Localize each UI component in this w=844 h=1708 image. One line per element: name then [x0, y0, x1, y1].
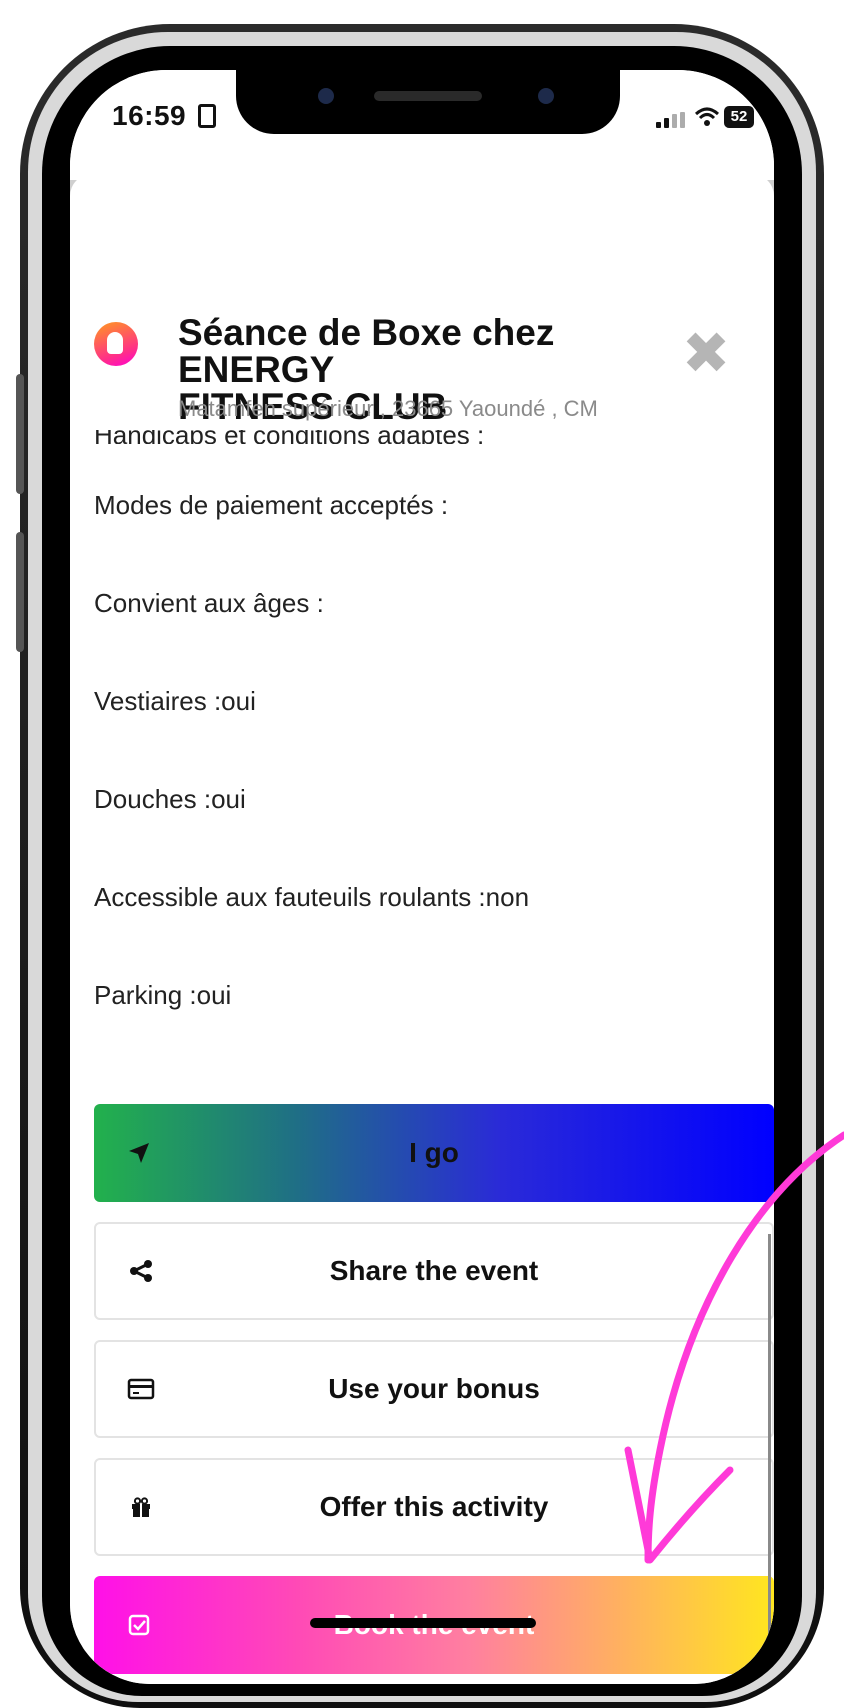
close-button[interactable]: ✖	[681, 321, 731, 386]
share-event-button[interactable]: Share the event	[94, 1222, 774, 1320]
detail-row-ages: Convient aux âges :	[94, 588, 324, 618]
status-time: 16:59	[112, 100, 187, 131]
detail-row-partial: Handicaps et conditions adaptés :	[94, 430, 484, 444]
share-event-label: Share the event	[329, 1255, 539, 1286]
gift-icon	[124, 1490, 158, 1524]
location-arrow-icon	[122, 1136, 156, 1170]
notch	[236, 70, 620, 134]
share-icon	[124, 1254, 158, 1288]
orientation-lock-icon	[198, 104, 216, 128]
event-title-line1: Séance de Boxe chez ENERGY	[178, 312, 555, 390]
detail-row-parking: Parking :oui	[94, 980, 232, 1010]
i-go-label: I go	[409, 1137, 459, 1168]
event-logo-icon	[94, 322, 138, 366]
sheet-header: Séance de Boxe chez ENERGY FITNESS CLUB …	[70, 174, 774, 425]
close-icon: ✖	[681, 321, 731, 386]
status-bar: 16:59 52	[70, 70, 774, 180]
i-go-button[interactable]: I go	[94, 1104, 774, 1202]
detail-row-showers: Douches :oui	[94, 784, 246, 814]
offer-activity-label: Offer this activity	[319, 1491, 549, 1522]
home-indicator[interactable]	[310, 1618, 536, 1628]
detail-row-lockers: Vestiaires :oui	[94, 686, 256, 716]
event-address: Matamfen supérieur , 23665 Yaoundé , CM	[178, 396, 598, 421]
credit-card-icon	[124, 1372, 158, 1406]
wifi-icon	[694, 106, 720, 135]
sensor-icon	[538, 88, 554, 104]
signal-icon	[656, 112, 690, 128]
use-bonus-button[interactable]: Use your bonus	[94, 1340, 774, 1438]
checkbox-icon	[122, 1608, 156, 1642]
detail-row-wheelchair: Accessible aux fauteuils roulants :non	[94, 882, 530, 912]
scrollbar[interactable]	[768, 1234, 771, 1684]
battery-icon: 52	[724, 106, 754, 128]
speaker-grille	[374, 91, 482, 101]
use-bonus-label: Use your bonus	[328, 1373, 540, 1404]
offer-activity-button[interactable]: Offer this activity	[94, 1458, 774, 1556]
event-detail-sheet: Séance de Boxe chez ENERGY FITNESS CLUB …	[70, 174, 774, 1684]
volume-down-button	[16, 532, 24, 652]
phone-screen: Séance de Boxe chez ENERGY FITNESS CLUB …	[70, 70, 774, 1684]
detail-row-payment: Modes de paiement acceptés :	[94, 490, 449, 520]
volume-up-button	[16, 374, 24, 494]
camera-icon	[318, 88, 334, 104]
